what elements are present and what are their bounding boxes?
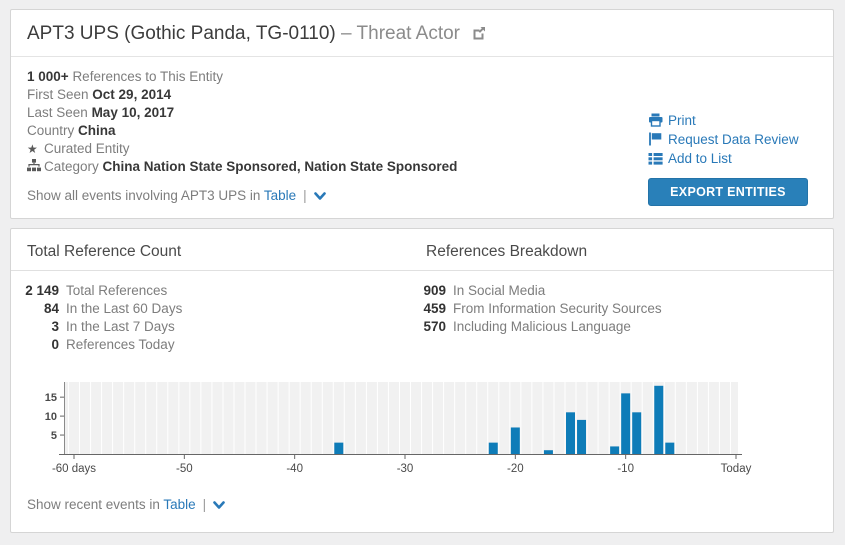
show-recent-events-text: Show recent events in	[27, 497, 160, 512]
stat-value: 0	[11, 336, 59, 354]
country-label: Country	[27, 123, 74, 138]
svg-text:-60 days: -60 days	[52, 463, 96, 475]
last-seen-label: Last Seen	[27, 105, 88, 120]
add-to-list-button[interactable]: Add to List	[648, 149, 820, 168]
stat-label: References Today	[66, 337, 175, 352]
references-breakdown-header: References Breakdown	[426, 243, 587, 261]
entity-type-label: Threat Actor	[357, 23, 461, 44]
svg-text:-40: -40	[286, 463, 303, 475]
category-value: China Nation State Sponsored, Nation Sta…	[103, 159, 458, 174]
show-recent-events-table-link[interactable]: Table	[163, 497, 195, 512]
stat-malicious-language: 570 Including Malicious Language	[410, 318, 833, 336]
svg-text:-30: -30	[397, 463, 414, 475]
sitemap-icon	[27, 158, 44, 176]
show-all-events-table-link[interactable]: Table	[264, 188, 296, 203]
flag-icon	[648, 130, 668, 149]
link-divider: |	[303, 188, 307, 203]
stat-references-today: 0 References Today	[11, 336, 410, 354]
stat-label: Total References	[66, 283, 167, 298]
last-seen-value: May 10, 2017	[92, 105, 175, 120]
references-timeline-bar-chart: 5 10 15 -60 days -50 -40 -30 -20 -10 Today	[21, 374, 761, 479]
list-icon	[648, 149, 668, 168]
stat-label: Including Malicious Language	[453, 319, 631, 334]
curated-label: Curated Entity	[44, 141, 130, 156]
request-data-review-button[interactable]: Request Data Review	[648, 130, 820, 149]
stat-value: 3	[11, 318, 59, 336]
references-count-value: 1 000+	[27, 69, 69, 84]
svg-text:10: 10	[45, 411, 57, 423]
stat-infosec-sources: 459 From Information Security Sources	[410, 300, 833, 318]
page-title: APT3 UPS (Gothic Panda, TG-0110)	[27, 23, 336, 44]
references-count-label: References to This Entity	[72, 69, 223, 84]
chevron-down-icon[interactable]	[213, 498, 225, 513]
references-card: Total Reference Count References Breakdo…	[10, 228, 834, 533]
references-card-headers: Total Reference Count References Breakdo…	[11, 229, 833, 271]
reference-stats: 2 149 Total References 84 In the Last 60 D…	[11, 271, 833, 354]
stat-label: In Social Media	[453, 283, 545, 298]
print-button[interactable]: Print	[648, 111, 820, 130]
svg-text:5: 5	[51, 430, 57, 442]
entity-title-row: APT3 UPS (Gothic Panda, TG-0110) – Threa…	[11, 10, 833, 57]
stat-last-7-days: 3 In the Last 7 Days	[11, 318, 410, 336]
link-divider: |	[203, 497, 207, 512]
first-seen-label: First Seen	[27, 87, 89, 102]
stat-total-references: 2 149 Total References	[11, 282, 410, 300]
references-count-row: 1 000+ References to This Entity	[27, 68, 817, 86]
category-label: Category	[44, 159, 99, 174]
svg-text:-50: -50	[176, 463, 193, 475]
svg-text:Today: Today	[721, 463, 752, 475]
stat-label: In the Last 60 Days	[66, 301, 182, 316]
chevron-down-icon[interactable]	[314, 189, 326, 204]
svg-text:-20: -20	[507, 463, 524, 475]
external-link-icon[interactable]	[472, 24, 486, 45]
printer-icon	[648, 111, 668, 130]
stat-value: 84	[11, 300, 59, 318]
show-all-events-text: Show all events involving APT3 UPS in	[27, 188, 260, 203]
stat-last-60-days: 84 In the Last 60 Days	[11, 300, 410, 318]
show-recent-events-row: Show recent events in Table |	[27, 497, 225, 513]
stat-label: From Information Security Sources	[453, 301, 662, 316]
add-to-list-label: Add to List	[668, 151, 732, 166]
star-icon: ★	[27, 140, 44, 158]
entity-summary-card: APT3 UPS (Gothic Panda, TG-0110) – Threa…	[10, 9, 834, 219]
stat-value: 2 149	[11, 282, 59, 300]
stat-value: 909	[410, 282, 446, 300]
first-seen-row: First Seen Oct 29, 2014	[27, 86, 817, 104]
entity-actions: Print Request Data Review Add to List EX…	[648, 111, 820, 206]
svg-text:-10: -10	[617, 463, 634, 475]
stat-label: In the Last 7 Days	[66, 319, 175, 334]
entity-body: 1 000+ References to This Entity First S…	[11, 57, 833, 204]
title-separator: –	[341, 23, 357, 44]
stat-value: 570	[410, 318, 446, 336]
export-entities-button[interactable]: EXPORT ENTITIES	[648, 178, 808, 206]
stat-social-media: 909 In Social Media	[410, 282, 833, 300]
print-label: Print	[668, 113, 696, 128]
stat-value: 459	[410, 300, 446, 318]
references-breakdown-list: 909 In Social Media 459 From Information S…	[410, 282, 833, 354]
first-seen-value: Oct 29, 2014	[92, 87, 171, 102]
svg-text:15: 15	[45, 392, 57, 404]
total-reference-count-list: 2 149 Total References 84 In the Last 60 D…	[11, 282, 410, 354]
request-data-review-label: Request Data Review	[668, 132, 799, 147]
total-reference-count-header: Total Reference Count	[11, 243, 410, 261]
country-value: China	[78, 123, 116, 138]
